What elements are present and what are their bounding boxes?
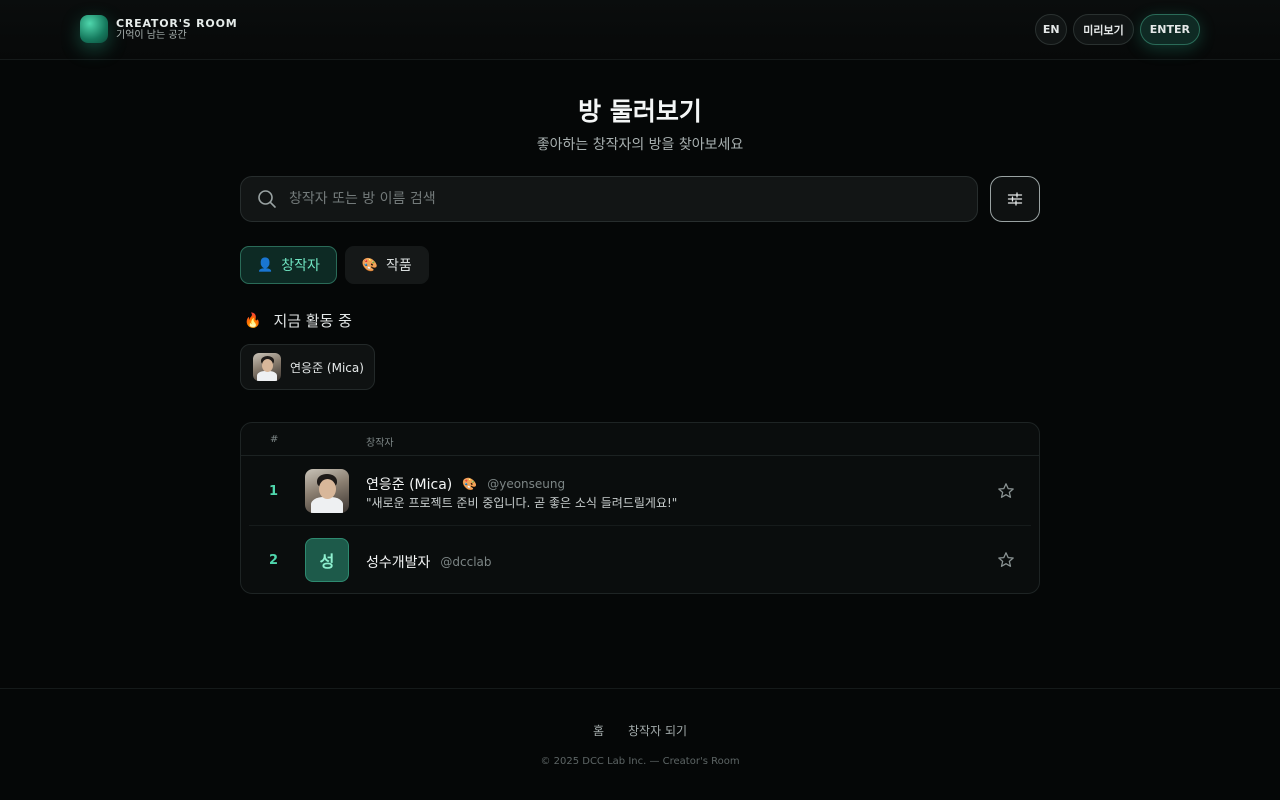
fire-icon: 🔥 [244, 312, 262, 329]
table-row[interactable]: 2 성 성수개발자 @dcclab [249, 525, 1031, 593]
enter-button[interactable]: ENTER [1139, 14, 1200, 45]
sliders-icon [1007, 192, 1023, 206]
active-user-name: 연응준 (Mica) [290, 360, 364, 375]
tab-works[interactable]: 🎨 작품 [344, 246, 429, 284]
column-rank: # [270, 434, 279, 445]
footer-link-become-creator[interactable]: 창작자 되기 [628, 722, 687, 739]
active-now-heading: 🔥 지금 활동 중 [244, 310, 352, 331]
footer-links: 홈 창작자 되기 [0, 722, 1280, 739]
person-icon: 👤 [257, 257, 274, 273]
active-now-title: 지금 활동 중 [273, 312, 352, 330]
active-user-chip[interactable]: 연응준 (Mica) [240, 344, 375, 390]
rank-number: 2 [269, 553, 279, 568]
search-bar [240, 176, 978, 222]
top-header: CREATOR'S ROOM 기억이 남는 공간 EN 미리보기 ENTER [0, 0, 1280, 60]
search-input[interactable] [289, 191, 977, 207]
category-tabs: 👤 창작자 🎨 작품 [240, 246, 429, 284]
language-button[interactable]: EN [1035, 14, 1068, 45]
creator-handle: @yeonseung [487, 477, 566, 491]
creator-ranking-table: # 창작자 1 연응준 (Mica) 🎨 @yeonseung "새로운 프로젝… [240, 422, 1040, 594]
table-row[interactable]: 1 연응준 (Mica) 🎨 @yeonseung "새로운 프로젝트 준비 중… [241, 456, 1039, 525]
palette-icon: 🎨 [462, 477, 478, 491]
footer-link-home[interactable]: 홈 [593, 722, 604, 739]
footer: 홈 창작자 되기 © 2025 DCC Lab Inc. — Creator's… [0, 688, 1280, 800]
tab-label: 창작자 [281, 258, 320, 274]
page-subtitle: 좋아하는 창작자의 방을 찾아보세요 [536, 137, 744, 153]
header-actions: EN 미리보기 ENTER [1035, 14, 1200, 45]
logo-icon [80, 15, 108, 43]
creator-name: 성수개발자 [366, 555, 431, 571]
rank-number: 1 [269, 484, 279, 499]
creator-handle: @dcclab [440, 555, 492, 569]
creator-bio: "새로운 프로젝트 준비 중입니다. 곧 좋은 소식 들려드릴게요!" [366, 496, 678, 510]
filter-button[interactable] [990, 176, 1040, 222]
table-header: # 창작자 [241, 423, 1039, 456]
preview-button[interactable]: 미리보기 [1073, 14, 1134, 45]
creator-name: 연응준 (Mica) [366, 477, 453, 493]
logo-title: CREATOR'S ROOM [116, 16, 238, 30]
tab-creators[interactable]: 👤 창작자 [240, 246, 337, 284]
search-icon [258, 190, 276, 208]
star-icon[interactable] [997, 482, 1015, 500]
avatar [305, 469, 349, 513]
logo-subtitle: 기억이 남는 공간 [116, 29, 187, 41]
star-icon[interactable] [997, 551, 1015, 569]
logo[interactable]: CREATOR'S ROOM 기억이 남는 공간 [80, 15, 237, 43]
palette-icon: 🎨 [361, 257, 379, 273]
page-title: 방 둘러보기 [578, 97, 702, 126]
copyright: © 2025 DCC Lab Inc. — Creator's Room [540, 756, 740, 767]
column-creator: 창작자 [366, 438, 394, 449]
avatar: 성 [305, 538, 349, 582]
tab-label: 작품 [386, 258, 412, 274]
avatar [253, 353, 281, 381]
